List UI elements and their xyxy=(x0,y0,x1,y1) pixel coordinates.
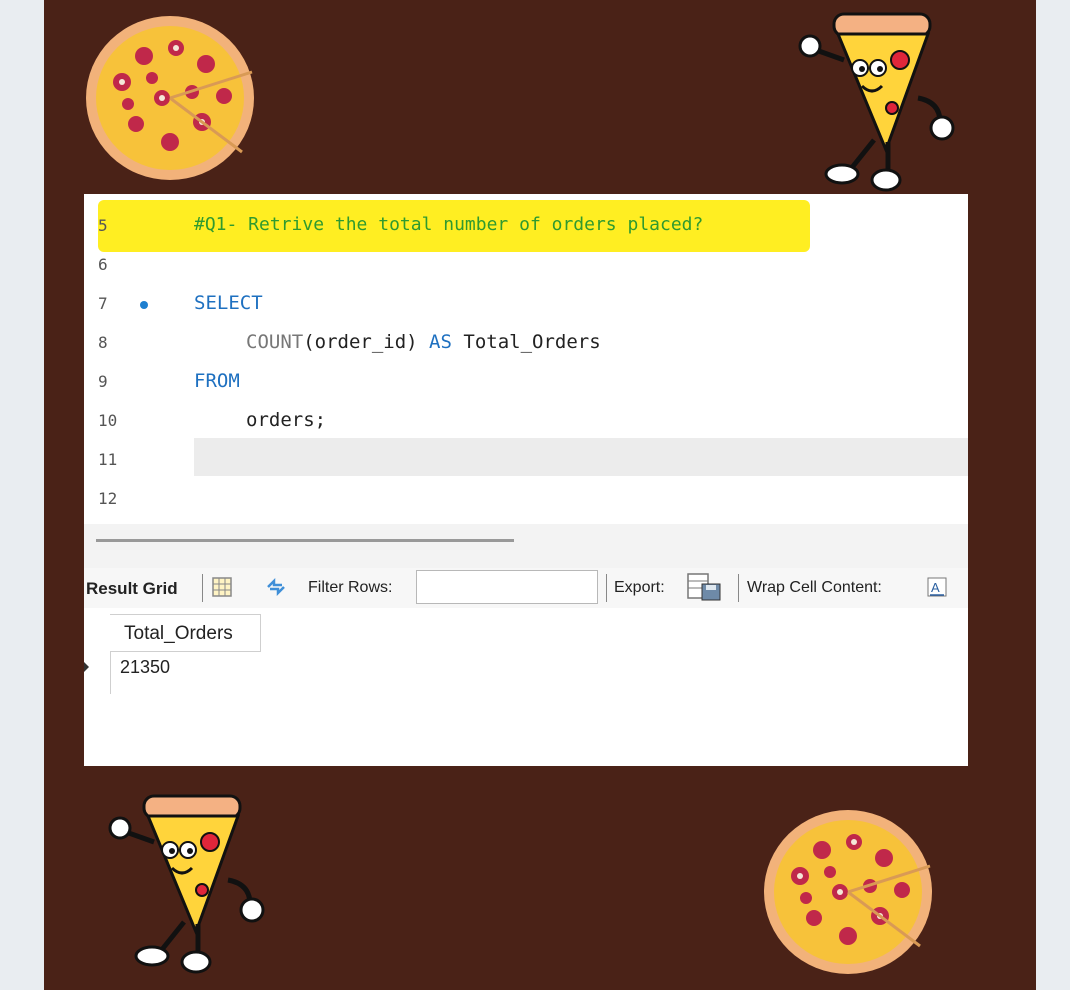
refresh-icon[interactable] xyxy=(264,576,288,598)
function-name: COUNT xyxy=(246,331,304,353)
table-name: orders; xyxy=(246,409,327,431)
grid-icon[interactable] xyxy=(210,575,234,599)
keyword-from: FROM xyxy=(194,370,240,392)
row-pointer-icon xyxy=(84,662,89,672)
line-number: 11 xyxy=(98,450,118,469)
line-number: 9 xyxy=(98,372,108,391)
keyword-as: AS xyxy=(429,331,452,353)
line-number: 12 xyxy=(98,489,118,508)
splitter-handle[interactable] xyxy=(96,539,514,542)
code-line: 11 xyxy=(84,440,968,479)
result-toolbar: Result Grid Filter Rows: Export: Wrap Ce… xyxy=(84,568,968,608)
column-header[interactable]: Total_Orders xyxy=(110,614,261,652)
toolbar-divider xyxy=(202,574,203,602)
line-number: 5 xyxy=(98,216,108,235)
column-alias: Total_Orders xyxy=(463,331,601,353)
code-line: 8 COUNT(order_id) AS Total_Orders xyxy=(84,323,968,362)
filter-rows-input[interactable] xyxy=(416,570,598,604)
export-label: Export: xyxy=(614,579,665,596)
keyword-select: SELECT xyxy=(194,292,263,314)
result-grid-tab[interactable]: Result Grid xyxy=(86,579,178,599)
code-line: 9 FROM xyxy=(84,362,968,401)
pizza-icon xyxy=(86,16,254,180)
pizza-icon xyxy=(764,810,932,974)
wrap-cell-label: Wrap Cell Content: xyxy=(747,579,882,596)
cell-value: 21350 xyxy=(120,657,171,677)
column-header-label: Total_Orders xyxy=(124,623,233,644)
toolbar-divider xyxy=(606,574,607,602)
filter-rows-label: Filter Rows: xyxy=(308,579,393,596)
line-number: 10 xyxy=(98,411,118,430)
count-expression: COUNT(order_id) AS Total_Orders xyxy=(246,331,601,353)
code-line: 5 #Q1- Retrive the total number of order… xyxy=(84,206,968,245)
pizza-slice-mascot-icon xyxy=(108,794,265,974)
pizza-slice-mascot-icon xyxy=(798,12,955,192)
comment-text: #Q1- Retrive the total number of orders … xyxy=(194,214,704,235)
code-line: 10 orders; xyxy=(84,401,968,440)
export-icon[interactable] xyxy=(686,572,724,602)
function-args: (order_id) xyxy=(303,331,418,353)
code-line: 6 xyxy=(84,245,968,284)
wrap-icon[interactable]: A xyxy=(926,576,948,598)
sql-editor-screenshot: 5 #Q1- Retrive the total number of order… xyxy=(84,194,968,766)
result-grid: Total_Orders 21350 xyxy=(84,608,968,766)
code-line: 7 SELECT xyxy=(84,284,968,323)
execution-dot-icon xyxy=(140,301,148,309)
toolbar-divider xyxy=(738,574,739,602)
line-number: 7 xyxy=(98,294,108,313)
code-line: 12 xyxy=(84,479,968,518)
line-number: 8 xyxy=(98,333,108,352)
sql-editor[interactable]: 5 #Q1- Retrive the total number of order… xyxy=(84,194,968,524)
table-cell[interactable]: 21350 xyxy=(110,651,260,687)
line-number: 6 xyxy=(98,255,108,274)
svg-text:A: A xyxy=(931,580,940,595)
panel-splitter[interactable] xyxy=(84,524,968,568)
